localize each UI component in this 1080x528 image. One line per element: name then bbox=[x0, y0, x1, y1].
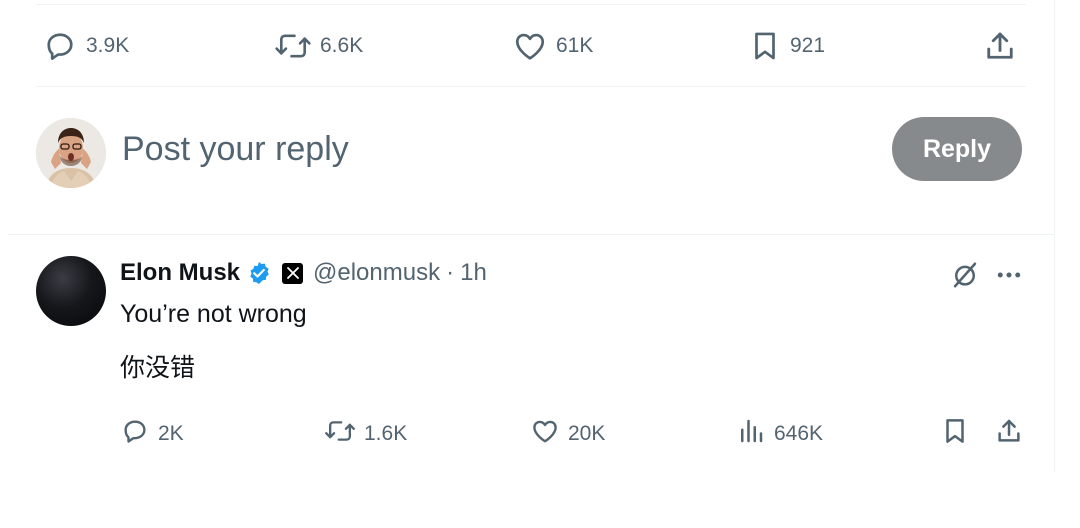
reply-count: 2K bbox=[158, 422, 184, 445]
previous-post-bottom-border bbox=[36, 0, 1026, 5]
like-count: 61K bbox=[556, 34, 594, 57]
share-icon bbox=[982, 28, 1018, 64]
like-action[interactable]: 20K bbox=[530, 410, 605, 458]
reply-icon bbox=[42, 28, 78, 64]
reply-button[interactable]: Reply bbox=[892, 117, 1022, 181]
views-action[interactable]: 646K bbox=[736, 410, 823, 458]
like-action[interactable]: 61K bbox=[512, 22, 593, 70]
reply-action[interactable]: 3.9K bbox=[42, 22, 129, 70]
views-count: 646K bbox=[774, 422, 824, 445]
user-avatar[interactable] bbox=[36, 118, 106, 188]
reply-composer: Reply bbox=[36, 110, 1026, 200]
like-count: 20K bbox=[568, 422, 606, 445]
share-action[interactable] bbox=[994, 410, 1024, 458]
reply-action[interactable]: 2K bbox=[120, 410, 184, 458]
divider bbox=[36, 86, 1026, 87]
post-header: Elon Musk @elonmusk · 1h bbox=[120, 258, 487, 288]
author-name[interactable]: Elon Musk bbox=[120, 259, 240, 287]
more-icon[interactable] bbox=[994, 260, 1024, 295]
like-icon bbox=[530, 416, 560, 452]
separator: · bbox=[446, 259, 455, 286]
x-affiliate-icon[interactable] bbox=[282, 262, 304, 284]
timeline-right-border bbox=[1054, 0, 1055, 472]
share-action[interactable] bbox=[982, 22, 1018, 70]
bookmark-icon bbox=[940, 416, 970, 452]
bookmark-icon bbox=[748, 28, 782, 64]
post-time[interactable]: 1h bbox=[460, 259, 487, 287]
post-text: You’re not wrong bbox=[120, 300, 307, 328]
post-actions-bar: 3.9K 6.6K 61K 921 bbox=[36, 22, 1026, 70]
bookmark-action[interactable]: 921 bbox=[748, 22, 825, 70]
reply-post[interactable]: Elon Musk @elonmusk · 1h You’re not wron… bbox=[36, 250, 1026, 470]
divider bbox=[8, 234, 1054, 235]
post-actions-bar: 2K 1.6K 20K 646K bbox=[36, 410, 1026, 458]
author-avatar[interactable] bbox=[36, 256, 106, 326]
verified-icon[interactable] bbox=[246, 260, 272, 286]
repost-icon bbox=[324, 416, 356, 452]
grok-icon[interactable] bbox=[950, 260, 980, 295]
like-icon bbox=[512, 28, 548, 64]
reply-input[interactable] bbox=[122, 126, 862, 172]
repost-icon bbox=[274, 28, 312, 64]
author-handle[interactable]: @elonmusk bbox=[313, 259, 440, 287]
repost-action[interactable]: 1.6K bbox=[324, 410, 407, 458]
reply-count: 3.9K bbox=[86, 34, 130, 57]
repost-count: 1.6K bbox=[364, 422, 408, 445]
views-icon bbox=[736, 416, 766, 452]
reply-icon bbox=[120, 416, 150, 452]
share-icon bbox=[994, 416, 1024, 452]
repost-action[interactable]: 6.6K bbox=[274, 22, 363, 70]
bookmark-count: 921 bbox=[790, 34, 826, 57]
repost-count: 6.6K bbox=[320, 34, 364, 57]
bookmark-action[interactable] bbox=[940, 410, 970, 458]
post-text-translation: 你没错 bbox=[120, 353, 196, 382]
